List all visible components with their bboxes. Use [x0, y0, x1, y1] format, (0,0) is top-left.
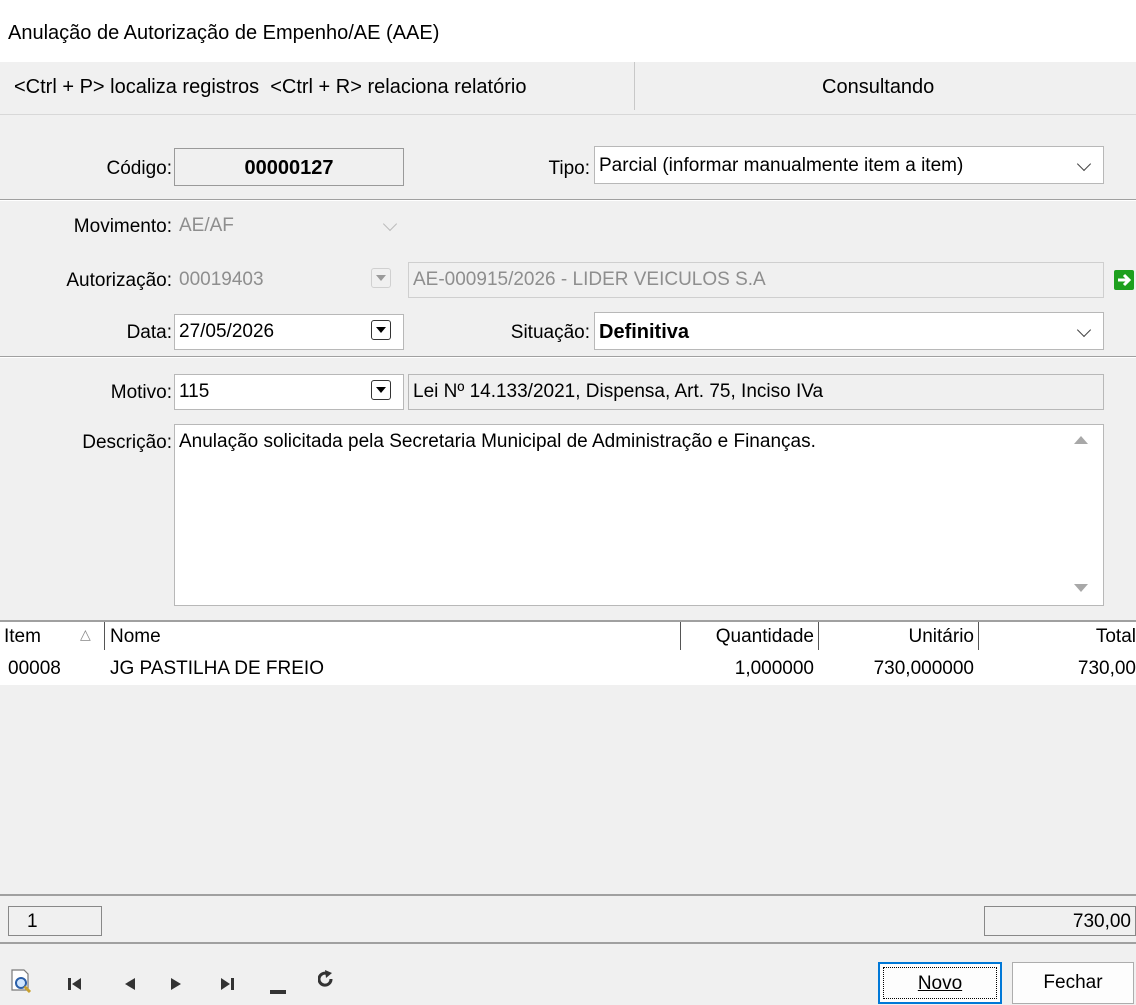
shortcut-hint: <Ctrl + P> localiza registros <Ctrl + R>… — [14, 76, 527, 98]
data-label: Data: — [126, 322, 172, 343]
autorizacao-label: Autorização: — [66, 270, 172, 291]
table-row[interactable]: 00008 JG PASTILHA DE FREIO 1,000000 730,… — [0, 651, 1136, 685]
window-title: Anulação de Autorização de Empenho/AE (A… — [8, 22, 440, 44]
scroll-down-arrow[interactable] — [1074, 584, 1088, 592]
cell-quantidade: 1,000000 — [734, 658, 814, 679]
descricao-label: Descrição: — [82, 432, 172, 453]
column-separator[interactable] — [104, 622, 105, 650]
divider — [0, 199, 1136, 201]
tipo-select[interactable]: Parcial (informar manualmente item a ite… — [594, 146, 1104, 184]
movimento-label: Movimento: — [73, 216, 172, 237]
next-record-icon[interactable] — [170, 974, 182, 996]
grand-total: 730,00 — [984, 906, 1136, 936]
descricao-textarea[interactable]: Anulação solicitada pela Secretaria Muni… — [174, 424, 1104, 606]
autorizacao-description: AE-000915/2026 - LIDER VEICULOS S.A — [408, 262, 1104, 298]
autorizacao-code: 00019403 — [179, 269, 264, 290]
column-header-item[interactable]: Item — [4, 626, 41, 648]
divider — [0, 356, 1136, 358]
column-header-total[interactable]: Total — [984, 626, 1136, 648]
column-separator[interactable] — [978, 622, 979, 650]
situacao-label: Situação: — [510, 322, 590, 343]
previous-record-icon[interactable] — [124, 974, 136, 996]
cell-total: 730,00 — [1077, 658, 1136, 679]
tipo-value: Parcial (informar manualmente item a ite… — [599, 155, 964, 176]
codigo-field: 00000127 — [174, 148, 404, 186]
motivo-label: Motivo: — [110, 382, 172, 403]
data-field[interactable]: 27/05/2026 — [174, 314, 404, 350]
autorizacao-description-text: AE-000915/2026 - LIDER VEICULOS S.A — [413, 269, 766, 290]
delete-record-icon[interactable] — [270, 978, 286, 1000]
movimento-value: AE/AF — [179, 215, 234, 236]
column-separator[interactable] — [818, 622, 819, 650]
dropdown-arrow-icon — [371, 268, 391, 288]
motivo-field[interactable]: 115 — [174, 374, 404, 410]
refresh-icon[interactable] — [317, 970, 334, 994]
cell-item: 00008 — [8, 658, 61, 679]
situacao-value: Definitiva — [599, 321, 690, 343]
data-value: 27/05/2026 — [179, 321, 275, 342]
column-header-nome[interactable]: Nome — [110, 626, 161, 648]
summary-bar — [0, 894, 1136, 944]
autorizacao-code-field: 00019403 — [174, 262, 404, 298]
descricao-value: Anulação solicitada pela Secretaria Muni… — [179, 431, 816, 452]
column-header-unitario[interactable]: Unitário — [824, 626, 974, 648]
title-bar: Anulação de Autorização de Empenho/AE (A… — [0, 0, 1136, 62]
scroll-up-arrow[interactable] — [1074, 436, 1088, 444]
cell-unitario: 730,000000 — [873, 658, 974, 679]
dropdown-arrow-icon[interactable] — [371, 380, 391, 400]
last-record-icon[interactable] — [220, 974, 234, 996]
hint-separator — [634, 62, 635, 110]
motivo-description-text: Lei Nº 14.133/2021, Dispensa, Art. 75, I… — [413, 381, 824, 402]
record-count-value: 1 — [27, 911, 38, 932]
mode-status: Consultando — [822, 76, 935, 98]
column-separator[interactable] — [680, 622, 681, 650]
movimento-select: AE/AF — [174, 208, 406, 244]
first-record-icon[interactable] — [68, 974, 82, 996]
chevron-down-icon[interactable] — [1076, 156, 1092, 172]
motivo-value: 115 — [179, 381, 210, 402]
column-header-quantidade[interactable]: Quantidade — [686, 626, 814, 648]
codigo-label: Código: — [106, 158, 173, 179]
preview-search-icon[interactable] — [10, 968, 34, 1000]
grid-header: Item △ Nome Quantidade Unitário Total — [0, 620, 1136, 653]
fechar-button-label: Fechar — [1043, 972, 1103, 993]
calendar-dropdown-icon[interactable] — [371, 320, 391, 340]
situacao-select[interactable]: Definitiva — [594, 312, 1104, 350]
grand-total-value: 730,00 — [1072, 911, 1131, 932]
novo-button[interactable]: Novo — [878, 962, 1002, 1004]
codigo-value: 00000127 — [244, 157, 334, 179]
motivo-description: Lei Nº 14.133/2021, Dispensa, Art. 75, I… — [408, 374, 1104, 410]
sort-ascending-icon[interactable]: △ — [80, 626, 91, 643]
tipo-label: Tipo: — [548, 158, 590, 179]
fechar-button[interactable]: Fechar — [1012, 962, 1134, 1004]
chevron-down-icon[interactable] — [1076, 322, 1092, 338]
record-count: 1 — [8, 906, 102, 936]
chevron-down-icon — [382, 216, 398, 232]
go-to-arrow-icon[interactable] — [1114, 270, 1136, 290]
cell-nome: JG PASTILHA DE FREIO — [110, 658, 324, 679]
